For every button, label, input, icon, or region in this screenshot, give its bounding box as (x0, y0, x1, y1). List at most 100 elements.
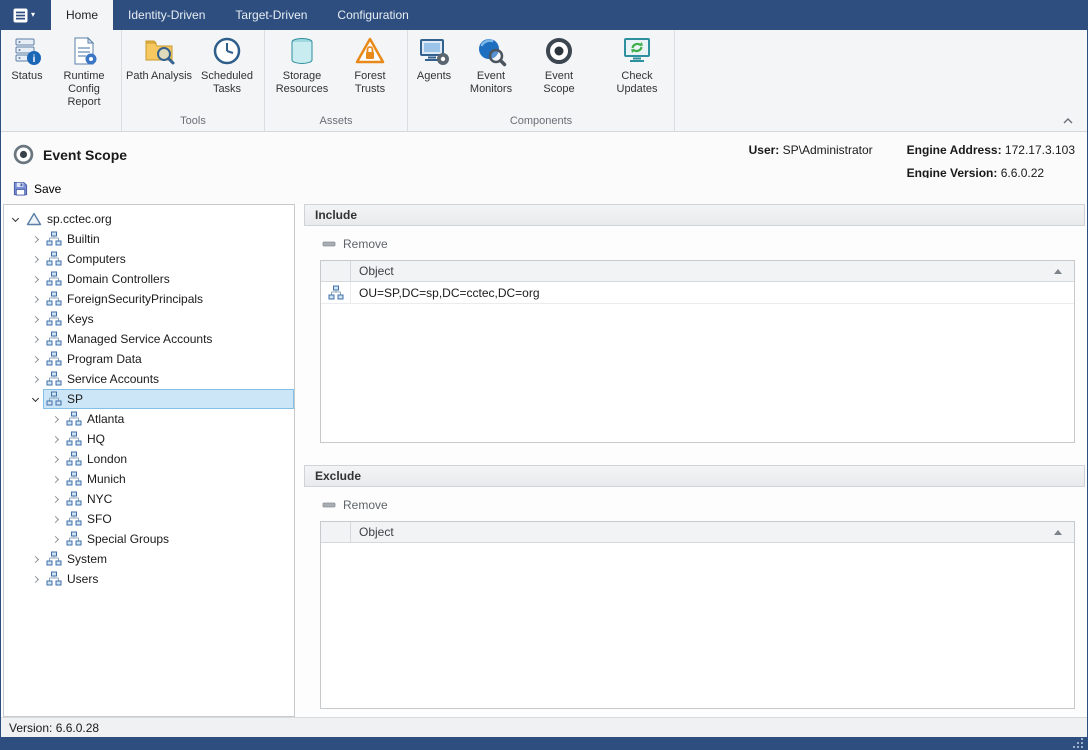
tree-node-label-area[interactable]: Atlanta (63, 409, 294, 429)
tab-identity-driven[interactable]: Identity-Driven (113, 0, 220, 30)
tree-node-label-area[interactable]: SFO (63, 509, 294, 529)
ou-icon (66, 411, 82, 427)
ribbon: iStatusRuntime Config ReportPath Analysi… (1, 30, 1087, 132)
tree-item-sfo[interactable]: SFO (4, 509, 294, 529)
ribbon-group-label: Assets (268, 114, 404, 131)
status-button[interactable]: iStatus (4, 31, 50, 114)
chevron-right-icon[interactable] (28, 357, 43, 362)
chevron-right-icon[interactable] (28, 237, 43, 242)
event-monitors-button[interactable]: Event Monitors (457, 31, 525, 114)
tree-item-system[interactable]: System (4, 549, 294, 569)
chevron-right-icon[interactable] (48, 437, 63, 442)
tree-node-label: ForeignSecurityPrincipals (67, 292, 203, 306)
engine-address-value: 172.17.3.103 (1005, 143, 1075, 157)
chevron-right-icon[interactable] (48, 497, 63, 502)
ribbon-group: iStatusRuntime Config Report (1, 30, 122, 131)
chevron-right-icon[interactable] (48, 477, 63, 482)
agents-button[interactable]: Agents (411, 31, 457, 114)
chevron-down-icon[interactable] (8, 218, 23, 221)
tree-node-label-area[interactable]: Special Groups (63, 529, 294, 549)
tree-item-hq[interactable]: HQ (4, 429, 294, 449)
chevron-right-icon[interactable] (48, 457, 63, 462)
chevron-right-icon[interactable] (48, 517, 63, 522)
chevron-down-icon: ▾ (31, 11, 35, 19)
exclude-remove-button[interactable]: Remove (320, 495, 394, 515)
chevron-right-icon[interactable] (28, 337, 43, 342)
tree-node-label-area[interactable]: London (63, 449, 294, 469)
tree-item-keys[interactable]: Keys (4, 309, 294, 329)
chevron-right-icon[interactable] (48, 537, 63, 542)
runtime-config-report-button[interactable]: Runtime Config Report (50, 31, 118, 114)
tree-item-london[interactable]: London (4, 449, 294, 469)
tree-node-label-area[interactable]: Keys (43, 309, 294, 329)
storage-resources-button[interactable]: Storage Resources (268, 31, 336, 114)
toolbar: Save (1, 178, 1087, 204)
tree-node-label-area[interactable]: Managed Service Accounts (43, 329, 294, 349)
tree-item-service-accounts[interactable]: Service Accounts (4, 369, 294, 389)
tree-node-label-area[interactable]: Munich (63, 469, 294, 489)
include-table: Object OU=SP,DC=sp,DC=cctec,DC=org (320, 260, 1075, 443)
tree-node-label-area[interactable]: Domain Controllers (43, 269, 294, 289)
remove-icon (322, 237, 336, 251)
app-menu-button[interactable]: ▾ (5, 0, 43, 30)
chevron-right-icon[interactable] (28, 557, 43, 562)
tree-item-sp-cctec-org[interactable]: sp.cctec.org (4, 209, 294, 229)
check-updates-button[interactable]: Check Updates (603, 31, 671, 114)
tree-item-domain-controllers[interactable]: Domain Controllers (4, 269, 294, 289)
tree-item-managed-service-accounts[interactable]: Managed Service Accounts (4, 329, 294, 349)
forest-trusts-button[interactable]: Forest Trusts (336, 31, 404, 114)
chevron-right-icon[interactable] (28, 317, 43, 322)
event-scope-button[interactable]: Event Scope (525, 31, 593, 114)
include-remove-button[interactable]: Remove (320, 234, 394, 254)
tree-item-atlanta[interactable]: Atlanta (4, 409, 294, 429)
exclude-object-column-header[interactable]: Object (321, 522, 1074, 543)
chevron-right-icon[interactable] (28, 377, 43, 382)
chevron-right-icon[interactable] (28, 257, 43, 262)
tree-item-special-groups[interactable]: Special Groups (4, 529, 294, 549)
collapse-ribbon-button[interactable] (1059, 114, 1077, 128)
scheduled-tasks-button[interactable]: Scheduled Tasks (193, 31, 261, 114)
storage-resources-icon (286, 35, 318, 67)
tree-node-label: Special Groups (87, 532, 169, 546)
tree-item-sp[interactable]: SP (4, 389, 294, 409)
ou-icon (46, 391, 62, 407)
include-object-column-header[interactable]: Object (321, 261, 1074, 282)
ribbon-group-tools: Path AnalysisScheduled TasksTools (122, 30, 265, 131)
tree-node-label-area[interactable]: Computers (43, 249, 294, 269)
include-panel: Include Remove Object (304, 204, 1085, 444)
ou-icon (66, 511, 82, 527)
tree-node-label-area[interactable]: sp.cctec.org (23, 209, 294, 229)
chevron-right-icon[interactable] (28, 297, 43, 302)
tree-node-label-area[interactable]: HQ (63, 429, 294, 449)
chevron-down-icon[interactable] (28, 398, 43, 401)
tree-node-label-area[interactable]: ForeignSecurityPrincipals (43, 289, 294, 309)
tree-item-program-data[interactable]: Program Data (4, 349, 294, 369)
chevron-right-icon[interactable] (28, 277, 43, 282)
include-object-row[interactable]: OU=SP,DC=sp,DC=cctec,DC=org (321, 282, 1074, 304)
tree-item-munich[interactable]: Munich (4, 469, 294, 489)
tree-item-builtin[interactable]: Builtin (4, 229, 294, 249)
tree-item-computers[interactable]: Computers (4, 249, 294, 269)
tree-item-foreignsecurityprincipals[interactable]: ForeignSecurityPrincipals (4, 289, 294, 309)
tree-item-users[interactable]: Users (4, 569, 294, 589)
tree-node-label-area[interactable]: System (43, 549, 294, 569)
tree-node-label-area[interactable]: NYC (63, 489, 294, 509)
tab-target-driven[interactable]: Target-Driven (220, 0, 322, 30)
path-analysis-button[interactable]: Path Analysis (125, 31, 193, 114)
tree-node-label-area[interactable]: Builtin (43, 229, 294, 249)
tab-configuration[interactable]: Configuration (322, 0, 423, 30)
ou-icon (66, 431, 82, 447)
chevron-right-icon[interactable] (28, 577, 43, 582)
resize-grip[interactable] (1071, 736, 1083, 748)
tree-item-nyc[interactable]: NYC (4, 489, 294, 509)
tree-node-label-area[interactable]: Users (43, 569, 294, 589)
user-label: User: (749, 143, 780, 157)
tree-node-label-area[interactable]: SP (43, 389, 294, 409)
runtime-config-report-icon (68, 35, 100, 67)
tree-node-label-area[interactable]: Program Data (43, 349, 294, 369)
page-title-wrap: Event Scope (13, 144, 127, 165)
tree-node-label-area[interactable]: Service Accounts (43, 369, 294, 389)
chevron-right-icon[interactable] (48, 417, 63, 422)
tab-home[interactable]: Home (51, 0, 113, 30)
save-button[interactable]: Save (5, 179, 69, 198)
